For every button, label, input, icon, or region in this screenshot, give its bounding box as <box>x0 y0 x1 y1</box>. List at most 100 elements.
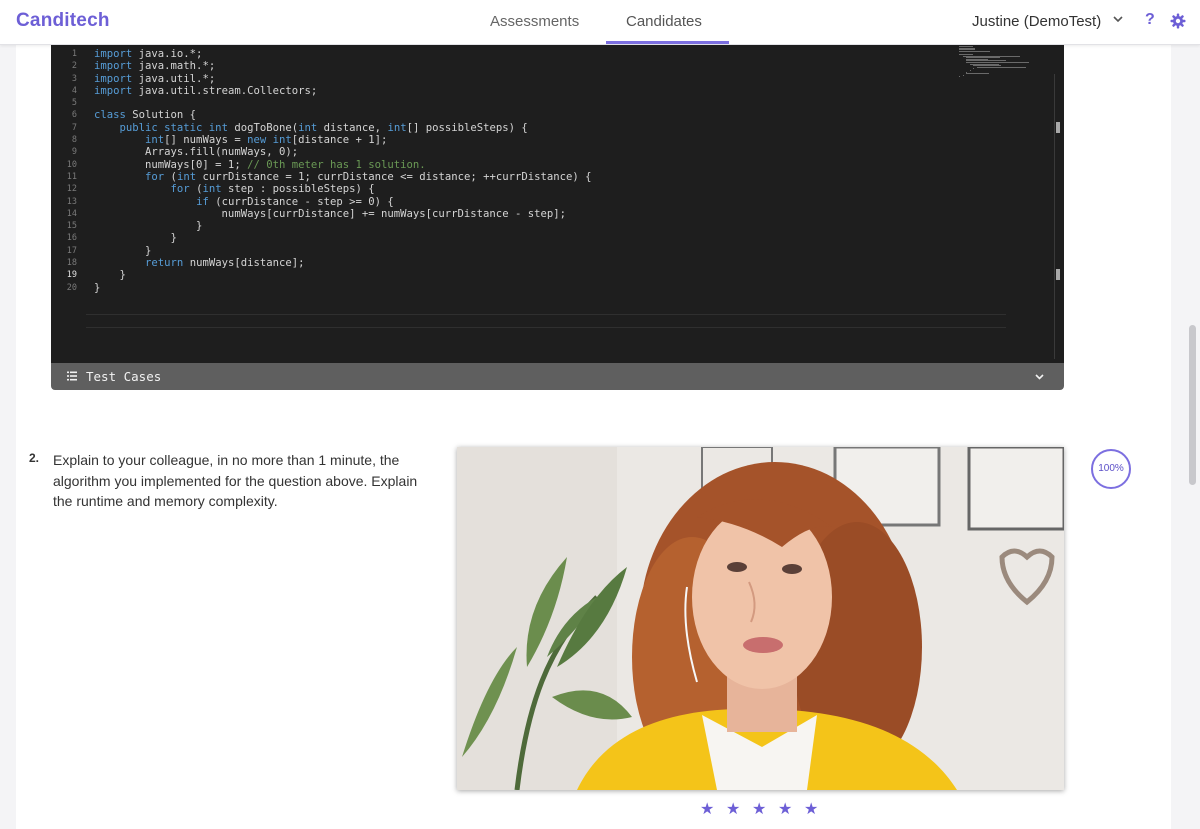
code-line[interactable]: 2import java.math.*; <box>51 60 951 72</box>
code-token: int <box>145 134 164 146</box>
code-token: java.util.*; <box>132 73 215 85</box>
candidate-video-frame <box>457 447 1064 790</box>
code-token: Arrays.fill(numWays, 0); <box>94 146 298 158</box>
code-token: // 0th meter has 1 solution. <box>247 159 426 171</box>
code-lines[interactable]: 1import java.io.*;2import java.math.*;3i… <box>51 48 951 294</box>
line-number: 1 <box>51 48 77 60</box>
code-token: Solution { <box>126 109 196 121</box>
line-number: 15 <box>51 220 77 232</box>
chevron-down-icon[interactable] <box>1034 371 1045 382</box>
code-line[interactable]: 17 } <box>51 245 951 257</box>
line-number: 16 <box>51 232 77 244</box>
code-line[interactable]: 12 for (int step : possibleSteps) { <box>51 183 951 195</box>
code-token: java.math.*; <box>132 60 215 72</box>
editor-minimap[interactable] <box>959 46 1059 86</box>
code-text: return numWays[distance]; <box>94 257 305 269</box>
code-token: ( <box>164 171 177 183</box>
question-number: 2. <box>29 451 39 465</box>
line-number: 4 <box>51 85 77 97</box>
video-response[interactable] <box>457 447 1064 790</box>
line-number: 3 <box>51 73 77 85</box>
user-menu[interactable]: Justine (DemoTest) <box>972 13 1101 30</box>
page-scrollbar-thumb[interactable] <box>1189 325 1196 485</box>
score-ring: 100% <box>1091 449 1131 489</box>
code-token: numWays[currDistance] += numWays[currDis… <box>94 208 566 220</box>
code-text: for (int currDistance = 1; currDistance … <box>94 171 592 183</box>
code-token: step : possibleSteps) { <box>222 183 375 195</box>
line-number: 8 <box>51 134 77 146</box>
gear-icon[interactable] <box>1170 13 1186 29</box>
code-token <box>94 122 120 134</box>
code-token <box>94 134 145 146</box>
code-text: for (int step : possibleSteps) { <box>94 183 375 195</box>
code-token: import <box>94 73 132 85</box>
code-token: numWays[0] = 1; <box>94 159 247 171</box>
code-token: ( <box>190 183 203 195</box>
editor-scrollbar[interactable] <box>1054 74 1055 359</box>
code-text: } <box>94 282 100 294</box>
score-label: 100% <box>1093 463 1129 474</box>
minimap-line <box>966 73 989 74</box>
code-token: class <box>94 109 126 121</box>
code-editor[interactable]: 1import java.io.*;2import java.math.*;3i… <box>51 44 1064 363</box>
test-cases-bar[interactable]: Test Cases <box>51 363 1064 390</box>
code-token: for <box>171 183 190 195</box>
code-token: currDistance = 1; currDistance <= distan… <box>196 171 591 183</box>
code-line[interactable]: 11 for (int currDistance = 1; currDistan… <box>51 171 951 183</box>
code-text: } <box>94 232 177 244</box>
code-line[interactable]: 8 int[] numWays = new int[distance + 1]; <box>51 134 951 146</box>
line-number: 2 <box>51 60 77 72</box>
code-token: [] numWays = <box>164 134 247 146</box>
brand-logo[interactable]: Canditech <box>16 10 110 32</box>
line-number: 9 <box>51 146 77 158</box>
code-text: public static int dogToBone(int distance… <box>94 122 528 134</box>
code-line[interactable]: 16 } <box>51 232 951 244</box>
code-line[interactable]: 9 Arrays.fill(numWays, 0); <box>51 146 951 158</box>
code-line[interactable]: 1import java.io.*; <box>51 48 951 60</box>
code-token: } <box>94 269 126 281</box>
code-text: import java.util.*; <box>94 73 215 85</box>
question-icon[interactable]: ? <box>1145 11 1155 29</box>
minimap-line <box>959 76 960 77</box>
code-line[interactable]: 13 if (currDistance - step >= 0) { <box>51 196 951 208</box>
code-token: return <box>145 257 183 269</box>
code-line[interactable]: 15 } <box>51 220 951 232</box>
active-tab-indicator <box>606 41 729 44</box>
code-token: [distance + 1]; <box>292 134 388 146</box>
chevron-down-icon[interactable] <box>1112 13 1124 25</box>
code-line[interactable]: 3 import java.util.*; <box>51 73 951 85</box>
code-token: int <box>177 171 196 183</box>
star-icon[interactable]: ★ <box>804 799 830 819</box>
line-number: 10 <box>51 159 77 171</box>
tab-assessments[interactable]: Assessments <box>490 13 579 30</box>
code-line[interactable]: 20} <box>51 282 951 294</box>
minimap-line <box>970 70 971 71</box>
scrollbar-marker <box>1056 269 1060 280</box>
code-line[interactable]: 19 } <box>51 269 951 281</box>
code-line[interactable]: 18 return numWays[distance]; <box>51 257 951 269</box>
code-line[interactable]: 14 numWays[currDistance] += numWays[curr… <box>51 208 951 220</box>
line-number: 6 <box>51 109 77 121</box>
star-icon[interactable]: ★ <box>726 799 752 819</box>
code-token: int <box>202 183 221 195</box>
code-line[interactable]: 10 numWays[0] = 1; // 0th meter has 1 so… <box>51 159 951 171</box>
line-number: 5 <box>51 97 77 109</box>
code-line[interactable]: 6 class Solution { <box>51 109 951 121</box>
minimap-line <box>973 68 974 69</box>
list-icon <box>67 371 77 381</box>
tab-candidates[interactable]: Candidates <box>626 13 702 30</box>
code-line[interactable]: 7 public static int dogToBone(int distan… <box>51 122 951 134</box>
code-token: [] possibleSteps) { <box>407 122 528 134</box>
code-line[interactable]: 4import java.util.stream.Collectors; <box>51 85 951 97</box>
rating-stars[interactable]: ★★★★★ <box>700 799 830 819</box>
line-number: 19 <box>51 269 77 281</box>
star-icon[interactable]: ★ <box>778 799 804 819</box>
code-text: Arrays.fill(numWays, 0); <box>94 146 298 158</box>
code-token: int <box>298 122 317 134</box>
code-line[interactable]: 5 <box>51 97 951 109</box>
star-icon[interactable]: ★ <box>700 799 726 819</box>
star-icon[interactable]: ★ <box>752 799 778 819</box>
code-token <box>94 196 196 208</box>
top-nav: Canditech Assessments Candidates Justine… <box>0 0 1200 45</box>
code-token <box>94 257 145 269</box>
